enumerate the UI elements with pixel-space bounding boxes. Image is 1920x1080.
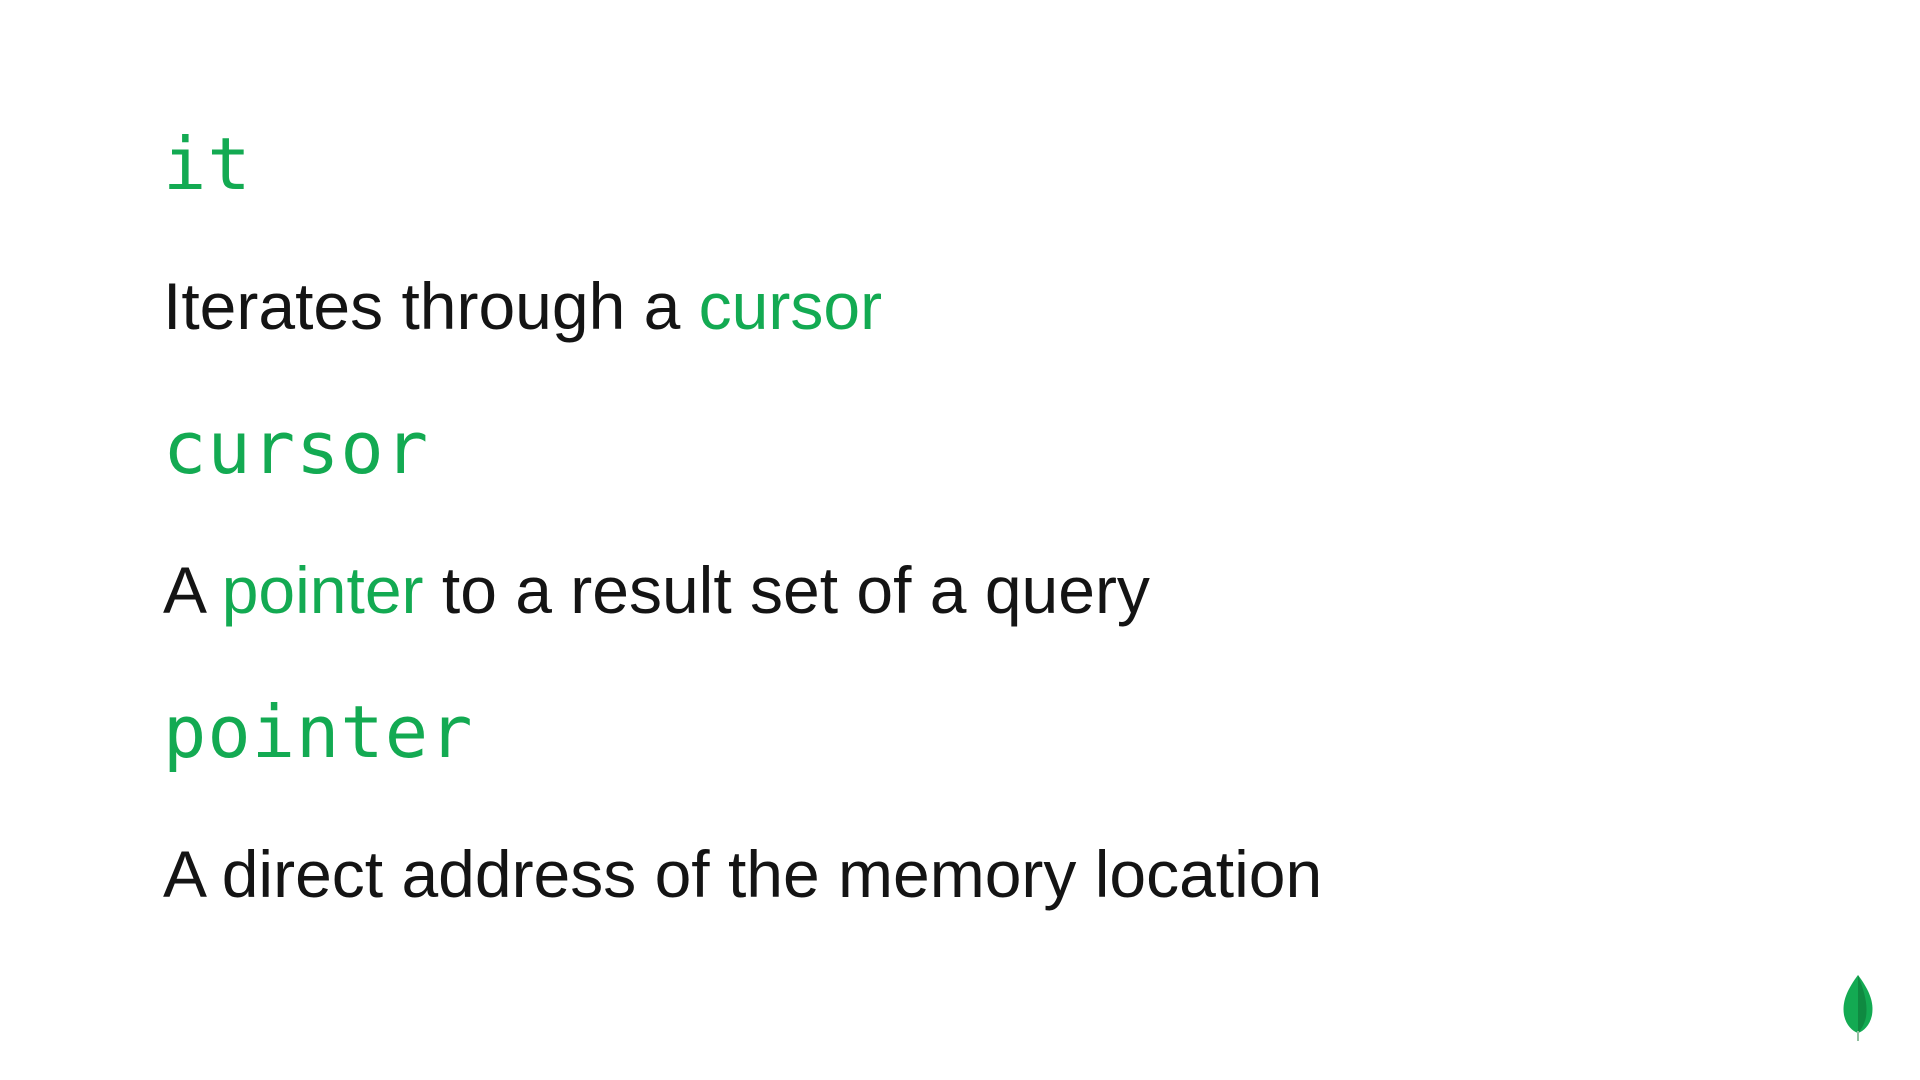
definition-pointer-text: A direct address of the memory location — [163, 837, 1323, 911]
term-cursor: cursor — [163, 406, 430, 490]
slide: it Iterates through a cursor cursor A po… — [0, 0, 1920, 1080]
definition-cursor-text-after: to a result set of a query — [423, 553, 1150, 627]
definition-pointer: A direct address of the memory location — [163, 828, 1763, 920]
definition-it-highlight: cursor — [698, 269, 883, 343]
mongodb-leaf-icon — [1838, 973, 1878, 1043]
definition-cursor-text: A — [163, 553, 222, 627]
definition-cursor-highlight: pointer — [221, 553, 424, 627]
term-pointer: pointer — [163, 690, 474, 774]
definition-it-text: Iterates through a — [163, 269, 699, 343]
glossary: it Iterates through a cursor cursor A po… — [163, 118, 1763, 920]
term-it: it — [163, 122, 252, 206]
definition-cursor: A pointer to a result set of a query — [163, 544, 1763, 636]
definition-it: Iterates through a cursor — [163, 260, 1763, 352]
